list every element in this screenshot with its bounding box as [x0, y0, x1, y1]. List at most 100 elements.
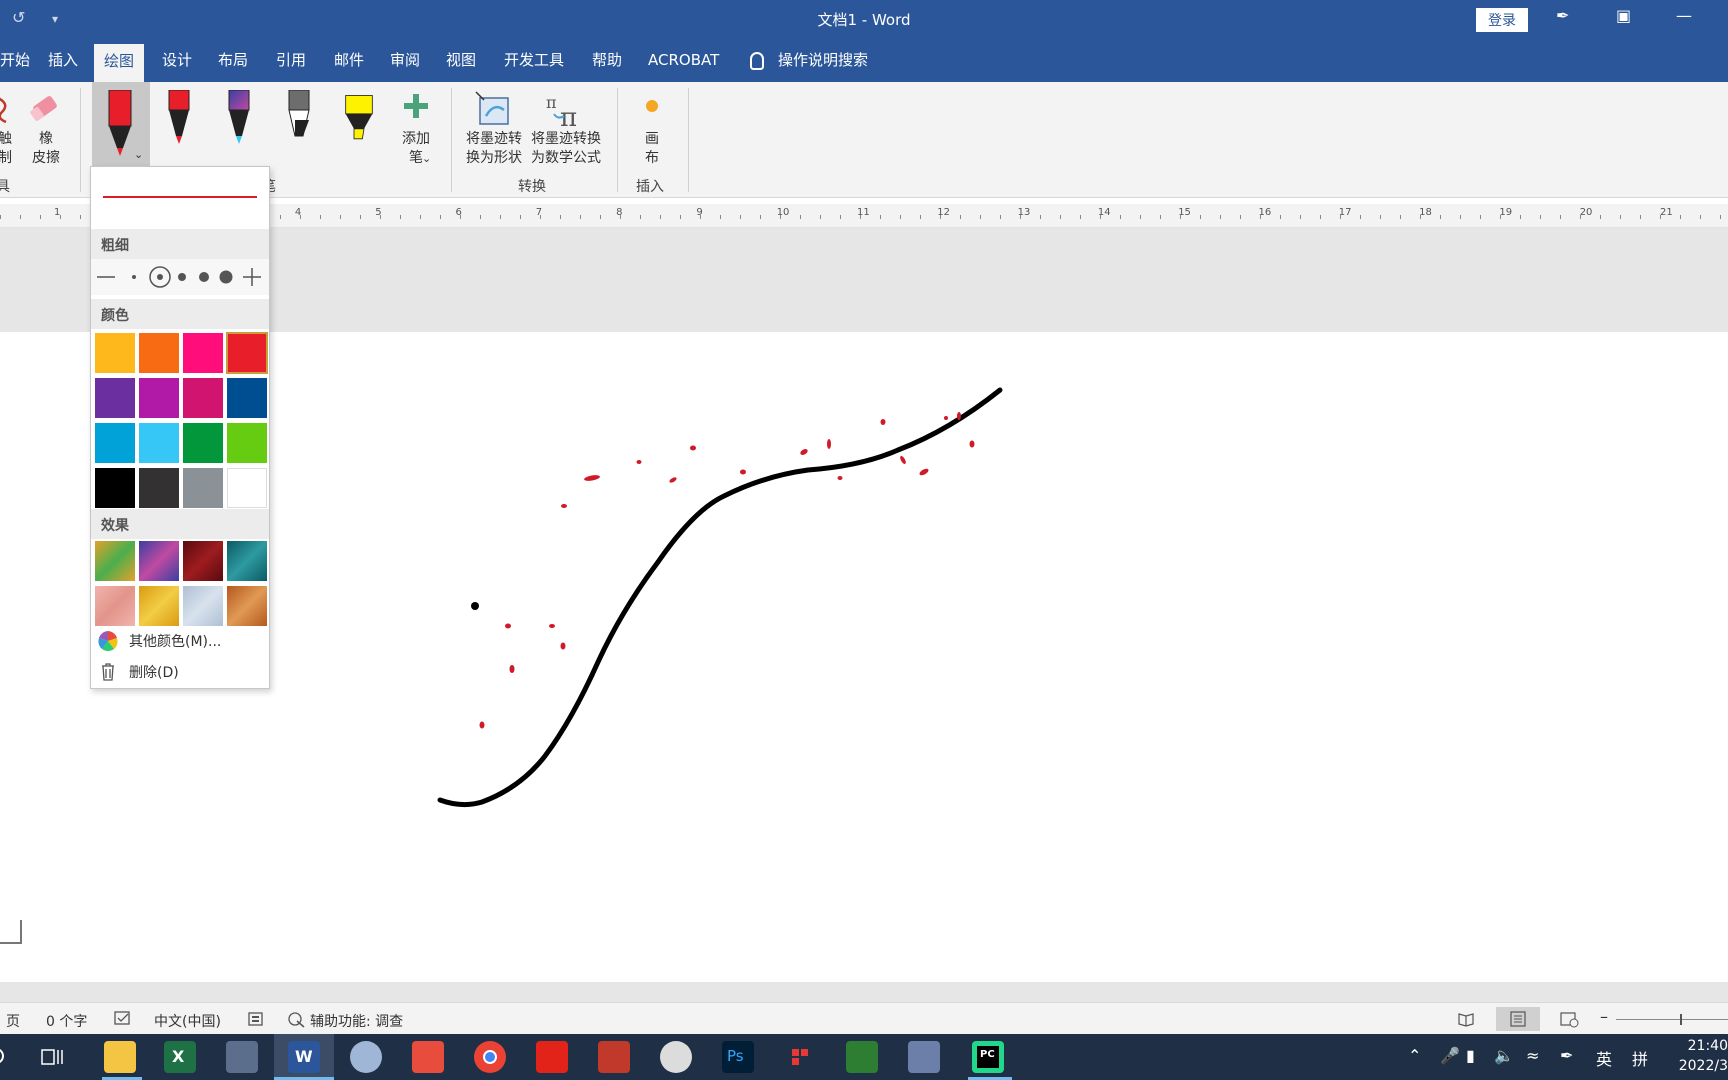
red-dots-app-icon[interactable] — [784, 1041, 816, 1073]
ink-to-math-icon[interactable]: π π — [544, 90, 588, 130]
video-editor-icon[interactable] — [846, 1041, 878, 1073]
zoom-slider[interactable] — [1616, 1014, 1728, 1025]
tab-help[interactable]: 帮助 — [582, 38, 632, 82]
thickness-option-2-selected[interactable] — [147, 259, 173, 295]
network-icon[interactable]: ≈ — [1526, 1046, 1539, 1065]
canvas-label[interactable]: 画 布 — [640, 130, 664, 168]
print-layout-button[interactable] — [1496, 1007, 1540, 1031]
pen-options-chevron-icon[interactable]: ⌄ — [134, 148, 143, 161]
color-swatch[interactable] — [95, 378, 135, 418]
ink-to-shape-label[interactable]: 将墨迹转 换为形状 — [460, 130, 528, 168]
red-ink-dots[interactable] — [479, 412, 975, 729]
color-swatch[interactable] — [183, 423, 223, 463]
tab-insert[interactable]: 插入 — [38, 38, 88, 82]
read-mode-button[interactable] — [1452, 1007, 1482, 1031]
solitaire-icon[interactable] — [598, 1041, 630, 1073]
thickness-decrease-button[interactable] — [95, 259, 117, 295]
excel-icon[interactable]: X — [164, 1041, 196, 1073]
red-pen-2-icon[interactable] — [164, 90, 194, 156]
tab-review[interactable]: 审阅 — [380, 38, 430, 82]
touch-draw-label[interactable]: 触 制 — [0, 130, 14, 168]
thickness-option-1[interactable] — [123, 259, 145, 295]
web-layout-button[interactable] — [1554, 1007, 1584, 1031]
battery-icon[interactable]: ▮ — [1466, 1046, 1475, 1065]
rose-gold-effect[interactable] — [95, 586, 135, 626]
color-swatch[interactable] — [139, 423, 179, 463]
silver-effect[interactable] — [183, 586, 223, 626]
color-swatch[interactable] — [183, 468, 223, 508]
color-swatch[interactable] — [139, 378, 179, 418]
galaxy-pen-icon[interactable] — [224, 90, 254, 156]
pycharm-icon[interactable]: PC — [972, 1041, 1004, 1073]
eraser-label[interactable]: 橡 皮擦 — [26, 130, 66, 168]
ime-language-indicator[interactable]: 英 — [1596, 1046, 1612, 1070]
tab-references[interactable]: 引用 — [266, 38, 316, 82]
show-hidden-icons-icon[interactable]: ⌃ — [1408, 1046, 1421, 1065]
more-colors-item[interactable]: 其他颜色(M)... — [129, 631, 221, 651]
wps-icon[interactable] — [536, 1041, 568, 1073]
volume-icon[interactable]: 🔈 — [1494, 1046, 1514, 1065]
snipping-tool-icon[interactable] — [350, 1041, 382, 1073]
color-swatch[interactable] — [95, 423, 135, 463]
tab-view[interactable]: 视图 — [436, 38, 486, 82]
color-swatch[interactable] — [227, 468, 267, 508]
color-swatch[interactable] — [227, 378, 267, 418]
ink-to-math-label[interactable]: 将墨迹转换 为数学公式 — [526, 130, 606, 168]
thickness-option-4[interactable] — [193, 259, 215, 295]
pen-workspace-icon[interactable]: ✒ — [1560, 1046, 1573, 1065]
color-swatch[interactable] — [183, 333, 223, 373]
xmind-icon[interactable] — [412, 1041, 444, 1073]
canvas-icon[interactable] — [644, 98, 660, 114]
color-swatch[interactable] — [139, 468, 179, 508]
add-pen-chevron-icon[interactable]: ⌄ — [422, 152, 431, 165]
thickness-option-3[interactable] — [171, 259, 193, 295]
calculator-icon[interactable] — [226, 1041, 258, 1073]
system-clock[interactable]: 21:40 2022/3 — [1670, 1036, 1728, 1076]
color-swatch[interactable] — [95, 333, 135, 373]
color-swatch[interactable] — [227, 423, 267, 463]
chrome-icon[interactable] — [474, 1041, 506, 1073]
accessibility-icon[interactable] — [286, 1010, 306, 1028]
tab-draw[interactable]: 绘图 — [94, 44, 145, 82]
tab-home[interactable]: 开始 — [0, 38, 40, 82]
clock-app-icon[interactable] — [660, 1041, 692, 1073]
ime-mode-indicator[interactable]: 拼 — [1632, 1046, 1648, 1070]
tell-me-search[interactable]: 操作说明搜索 — [750, 38, 868, 82]
page-indicator[interactable]: 页 — [6, 1011, 20, 1031]
bronze-effect[interactable] — [227, 586, 267, 626]
galaxy-effect[interactable] — [139, 541, 179, 581]
ocean-effect[interactable] — [227, 541, 267, 581]
tab-acrobat[interactable]: ACROBAT — [638, 38, 729, 82]
file-explorer-icon[interactable] — [104, 1041, 136, 1073]
zoom-slider-thumb[interactable] — [1680, 1014, 1682, 1025]
word-icon[interactable]: W — [288, 1041, 320, 1073]
gold-effect[interactable] — [139, 586, 179, 626]
pencil-icon[interactable] — [284, 90, 314, 156]
ink-to-shape-icon[interactable] — [474, 90, 514, 130]
minimize-icon[interactable]: — — [1676, 6, 1692, 25]
language-indicator[interactable]: 中文(中国) — [154, 1011, 221, 1031]
add-pen-plus-icon[interactable] — [404, 94, 428, 118]
delete-pen-item[interactable]: 删除(D) — [129, 662, 179, 682]
black-ink-stroke[interactable] — [437, 387, 1003, 808]
tab-design[interactable]: 设计 — [152, 38, 202, 82]
zoom-out-button[interactable]: – — [1600, 1007, 1608, 1026]
rainbow-effect[interactable] — [95, 541, 135, 581]
thickness-option-5[interactable] — [215, 259, 237, 295]
accessibility-status[interactable]: 辅助功能: 调查 — [310, 1011, 403, 1031]
tab-layout[interactable]: 布局 — [208, 38, 258, 82]
proofing-icon[interactable] — [114, 1011, 132, 1027]
color-swatch[interactable] — [139, 333, 179, 373]
eraser-icon[interactable] — [28, 92, 62, 126]
task-view-icon[interactable] — [40, 1047, 64, 1067]
color-swatch[interactable] — [183, 378, 223, 418]
pen-icon[interactable]: ✒ — [1556, 6, 1569, 25]
touch-draw-icon[interactable] — [0, 96, 12, 124]
login-button[interactable]: 登录 — [1476, 8, 1528, 32]
red-pen-icon[interactable] — [105, 90, 135, 156]
photoshop-icon[interactable]: Ps — [722, 1041, 754, 1073]
lava-effect[interactable] — [183, 541, 223, 581]
microphone-icon[interactable]: 🎤 — [1440, 1046, 1460, 1065]
macro-record-icon[interactable] — [248, 1011, 264, 1027]
thickness-increase-button[interactable] — [241, 259, 263, 295]
